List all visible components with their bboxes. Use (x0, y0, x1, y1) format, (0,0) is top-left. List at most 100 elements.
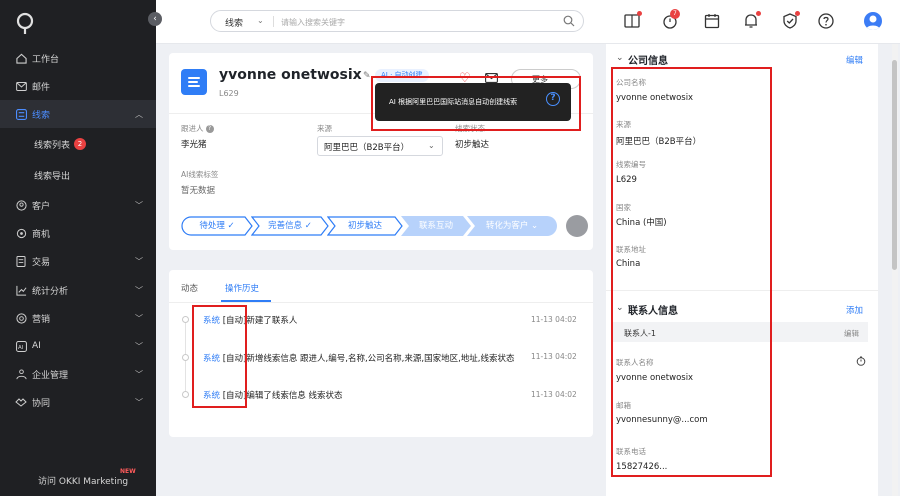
source-value: 阿里巴巴（B2B平台） (324, 143, 410, 153)
sidebar-item-collaboration[interactable]: 协同 ﹀ (0, 388, 156, 416)
sidebar-subitem-lead-list[interactable]: 线索列表 2 (0, 130, 156, 158)
tooltip-text: AI 根据阿里巴巴国际站消息自动创建线索 (389, 98, 518, 106)
sidebar: ‹ 工作台 邮件 线索 ︿ 线索列表 2 线索导出 客户 ﹀ 商机 交易 ﹀ 统… (0, 0, 162, 496)
sidebar-item-workbench[interactable]: 工作台 (0, 44, 156, 72)
actor-link[interactable]: 系统 (203, 391, 220, 401)
status-value: 初步触达 (455, 140, 490, 150)
notification-count: 7 (670, 9, 680, 19)
status-label: 线索状态 (455, 124, 485, 133)
company-name-value: yvonne onetwosix (616, 93, 694, 103)
sidebar-item-marketing[interactable]: 营销 ﹀ (0, 304, 156, 332)
shield-check-icon[interactable] (781, 11, 800, 30)
sidebar-item-ai[interactable]: AI AI ﹀ (0, 332, 156, 360)
sidebar-item-mail[interactable]: 邮件 (0, 72, 156, 100)
row-time: 11-13 04:02 (531, 352, 577, 361)
source-select[interactable]: 阿里巴巴（B2B平台） ⌄ (317, 136, 443, 156)
timeline-dot (182, 391, 189, 398)
ai-lead-tag-value: 暂无数据 (181, 186, 216, 196)
sidebar-subitem-lead-export[interactable]: 线索导出 (0, 161, 156, 189)
sidebar-item-label: 邮件 (32, 82, 51, 93)
stage-toggle[interactable] (566, 215, 588, 237)
sidebar-item-label: 营销 (32, 314, 51, 325)
actor-link[interactable]: 系统 (203, 354, 220, 364)
panel-scroll-thumb[interactable] (892, 60, 897, 270)
sidebar-item-label: 工作台 (32, 54, 60, 65)
source-value: 阿里巴巴（B2B平台） (616, 137, 702, 147)
company-name-label: 公司名称 (616, 78, 646, 87)
sidebar-item-leads[interactable]: 线索 ︿ (0, 100, 156, 128)
help-icon[interactable] (817, 12, 835, 30)
search-scope-select[interactable]: 线索 (225, 16, 243, 29)
stage-convert-customer[interactable]: 转化为客户 ⌄ (467, 216, 557, 236)
contact-name-label: 联系人名称 (616, 358, 654, 367)
okki-marketing-link[interactable]: 访问 OKKI Marketing NEW (0, 466, 156, 492)
collapse-sidebar-button[interactable]: ‹ (148, 12, 162, 26)
chevron-down-icon: ﹀ (135, 397, 143, 407)
target-icon (15, 227, 27, 239)
contact-index: 联系人-1 (624, 329, 656, 338)
book-icon[interactable] (623, 11, 642, 30)
home-icon (15, 52, 27, 64)
phone-value: 15827426... (616, 462, 668, 472)
marketing-icon (15, 312, 27, 324)
chevron-down-icon: ﹀ (135, 313, 143, 323)
user-avatar[interactable] (864, 12, 882, 30)
chevron-down-icon[interactable]: ⌄ (616, 53, 624, 63)
address-value: China (616, 259, 641, 269)
sidebar-item-deals[interactable]: 交易 ﹀ (0, 247, 156, 275)
mail-icon[interactable] (485, 73, 498, 83)
sidebar-item-customers[interactable]: 客户 ﹀ (0, 191, 156, 219)
clock-icon[interactable] (856, 356, 866, 366)
tab-operation-history[interactable]: 操作历史 (225, 282, 259, 294)
stage-initial-contact[interactable]: 初步触达 (327, 216, 403, 236)
stage-interaction[interactable]: 联系互动 (401, 216, 471, 236)
chevron-down-icon: ﹀ (135, 341, 143, 351)
sidebar-item-label: AI (32, 341, 41, 351)
activity-card: 动态 操作历史 系统 [自动]新建了联系人 11-13 04:02 系统 [自动… (169, 270, 593, 437)
company-edit-link[interactable]: 编辑 (846, 54, 863, 66)
sidebar-subitem-label: 线索列表 (34, 140, 71, 151)
sidebar-item-label: 交易 (32, 257, 51, 268)
sidebar-item-label: 线索 (32, 110, 51, 121)
sidebar-item-label: 统计分析 (32, 286, 69, 297)
search-icon[interactable] (563, 15, 575, 27)
tab-activity[interactable]: 动态 (181, 282, 198, 294)
chevron-down-icon[interactable]: ⌄ (616, 303, 624, 313)
actor-link[interactable]: 系统 (203, 316, 220, 326)
contact-edit-link[interactable]: 编辑 (844, 328, 859, 339)
address-label: 联系地址 (616, 245, 646, 254)
org-icon (15, 368, 27, 380)
detail-side-panel: ⌄ 公司信息 编辑 公司名称 yvonne onetwosix 来源 阿里巴巴（… (606, 44, 878, 496)
contact-header[interactable]: 联系人-1 编辑 (612, 322, 868, 342)
footer-label: 访问 OKKI Marketing (38, 477, 129, 487)
chevron-up-icon: ︿ (135, 109, 143, 119)
contact-section-title: 联系人信息 (628, 306, 678, 317)
row-time: 11-13 04:02 (531, 390, 577, 399)
timer-icon[interactable]: 7 (661, 9, 680, 30)
sidebar-item-opportunities[interactable]: 商机 (0, 219, 156, 247)
sidebar-item-label: 协同 (32, 398, 51, 409)
lead-number-label: 线索编号 (616, 160, 646, 169)
company-section-title: 公司信息 (628, 56, 668, 67)
search-input[interactable]: 请输入搜索关键字 (281, 17, 345, 28)
source-label: 来源 (616, 120, 631, 129)
new-badge: NEW (120, 468, 136, 475)
calendar-icon[interactable] (703, 12, 721, 30)
chart-icon (15, 284, 27, 296)
question-icon[interactable]: ? (546, 92, 560, 106)
timeline-dot (182, 316, 189, 323)
stage-complete-info[interactable]: 完善信息 ✓ (251, 216, 329, 236)
email-value: yvonnesunny@...com (616, 415, 708, 425)
contact-add-link[interactable]: 添加 (846, 304, 863, 316)
bell-icon[interactable] (742, 11, 761, 30)
country-label: 国家 (616, 203, 631, 212)
document-icon (15, 255, 27, 267)
ai-tooltip: AI 根据阿里巴巴国际站消息自动创建线索 ? (375, 83, 571, 121)
stage-pending[interactable]: 待处理 ✓ (181, 216, 253, 236)
leads-icon (15, 108, 27, 120)
sidebar-item-analytics[interactable]: 统计分析 ﹀ (0, 276, 156, 304)
sidebar-item-enterprise[interactable]: 企业管理 ﹀ (0, 360, 156, 388)
sidebar-item-label: 商机 (32, 229, 51, 240)
edit-icon[interactable]: ✎ (363, 71, 373, 81)
chevron-down-icon: ﹀ (135, 200, 143, 210)
